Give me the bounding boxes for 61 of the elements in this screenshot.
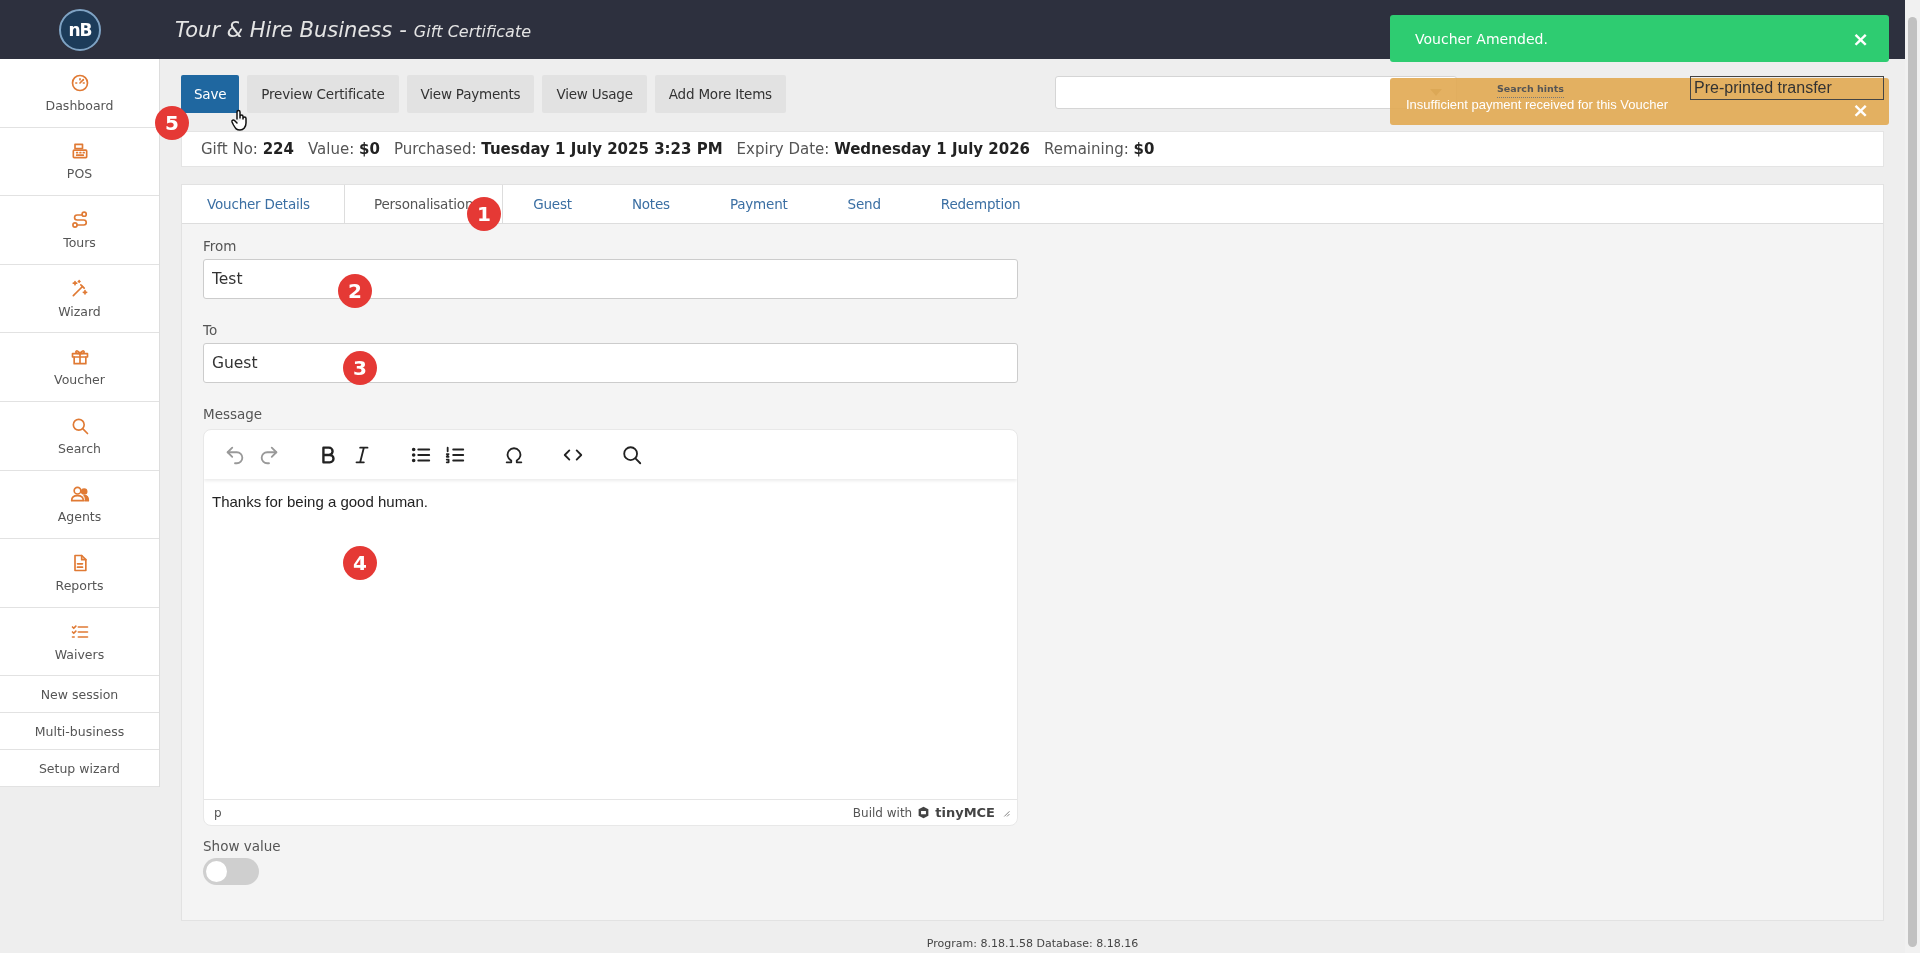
notification-text: Voucher Amended.	[1415, 30, 1548, 47]
field-label: From	[203, 238, 238, 254]
notification-text: Insufficient payment received for this Voucher	[1406, 97, 1669, 112]
sidebar-item[interactable]: Search	[0, 401, 159, 471]
sidebar-item[interactable]: Voucher	[0, 333, 159, 402]
tab[interactable]: Send	[817, 185, 911, 223]
sidebar-item[interactable]: Wizard	[0, 264, 159, 334]
sidebar-item-label: Tours	[63, 235, 96, 250]
summary-field: Gift No: 224	[201, 140, 294, 158]
summary-field: Remaining: $0	[1044, 140, 1155, 158]
search-icon	[621, 443, 643, 466]
sidebar-item[interactable]: POS	[0, 127, 159, 197]
sidebar-item-label: Waivers	[54, 646, 105, 662]
tinymce-logo-icon	[917, 806, 931, 819]
sidebar-link[interactable]: Multi-business	[0, 713, 159, 751]
app-title: Tour & Hire Business	[175, 17, 393, 42]
toggle-switch[interactable]	[203, 858, 259, 885]
users-icon	[69, 484, 90, 505]
gift-icon	[69, 347, 90, 368]
branding-text: Build with	[852, 805, 913, 820]
title-separator: -	[399, 17, 407, 42]
logo[interactable]: nB	[59, 8, 101, 51]
sidebar-item-label: Agents	[57, 509, 102, 525]
sidebar-item-label: Wizard	[58, 303, 101, 319]
tab[interactable]: Redemption	[910, 185, 1051, 223]
sidebar-link[interactable]: New session	[0, 676, 159, 714]
summary-field: Purchased: Tuesday 1 July 2025 3:23 PM	[393, 140, 723, 158]
summary-field: Expiry Date: Wednesday 1 July 2026	[736, 140, 1031, 158]
sidebar-link[interactable]: Setup wizard	[0, 750, 159, 788]
sidebar-item-label: Reports	[55, 577, 104, 593]
sidebar-item[interactable]: Tours	[0, 196, 159, 265]
tab[interactable]: Notes	[601, 185, 700, 223]
sidebar-item-label: POS	[66, 166, 93, 182]
sidebar-item-label: Voucher	[54, 372, 105, 388]
field-label: To	[203, 322, 219, 338]
transfer-field[interactable]: Pre-printed transfer	[1690, 76, 1884, 100]
toolbar-button[interactable]: Preview Certificate	[247, 75, 399, 113]
search-hints-link[interactable]: Search hints	[1496, 83, 1564, 98]
toolbar-button[interactable]: View Usage	[542, 75, 647, 113]
version-info: Program: 8.18.1.58 Database: 8.18.16	[925, 937, 1140, 950]
tab[interactable]: Voucher Details	[182, 185, 344, 223]
summary-field: Value: $0	[308, 140, 380, 158]
tab[interactable]: Payment	[699, 185, 818, 223]
message-text: Thanks for being a good human.	[212, 493, 428, 510]
sidebar-item[interactable]: Reports	[0, 539, 159, 608]
sidebar-item-label: Search	[58, 440, 101, 456]
page-subtitle: Gift Certificate	[413, 21, 531, 41]
route-icon	[69, 210, 90, 230]
element-path: p	[214, 805, 222, 820]
toolbar-button[interactable]: View Payments	[406, 75, 535, 113]
tab[interactable]: Guest	[503, 185, 602, 223]
sidebar-item[interactable]: Agents	[0, 470, 159, 540]
sidebar-item[interactable]: Waivers	[0, 607, 159, 677]
field-label: Message	[203, 406, 264, 422]
toolbar-button[interactable]: Save	[181, 75, 240, 113]
sidebar-item-label: Dashboard	[45, 97, 114, 113]
field-label: Show value	[203, 838, 282, 854]
toolbar-button[interactable]: Add More Items	[654, 75, 786, 113]
scrollbar-thumb[interactable]	[1908, 17, 1917, 947]
gauge-icon	[69, 72, 90, 93]
brand-name: tinyMCE	[935, 805, 995, 820]
